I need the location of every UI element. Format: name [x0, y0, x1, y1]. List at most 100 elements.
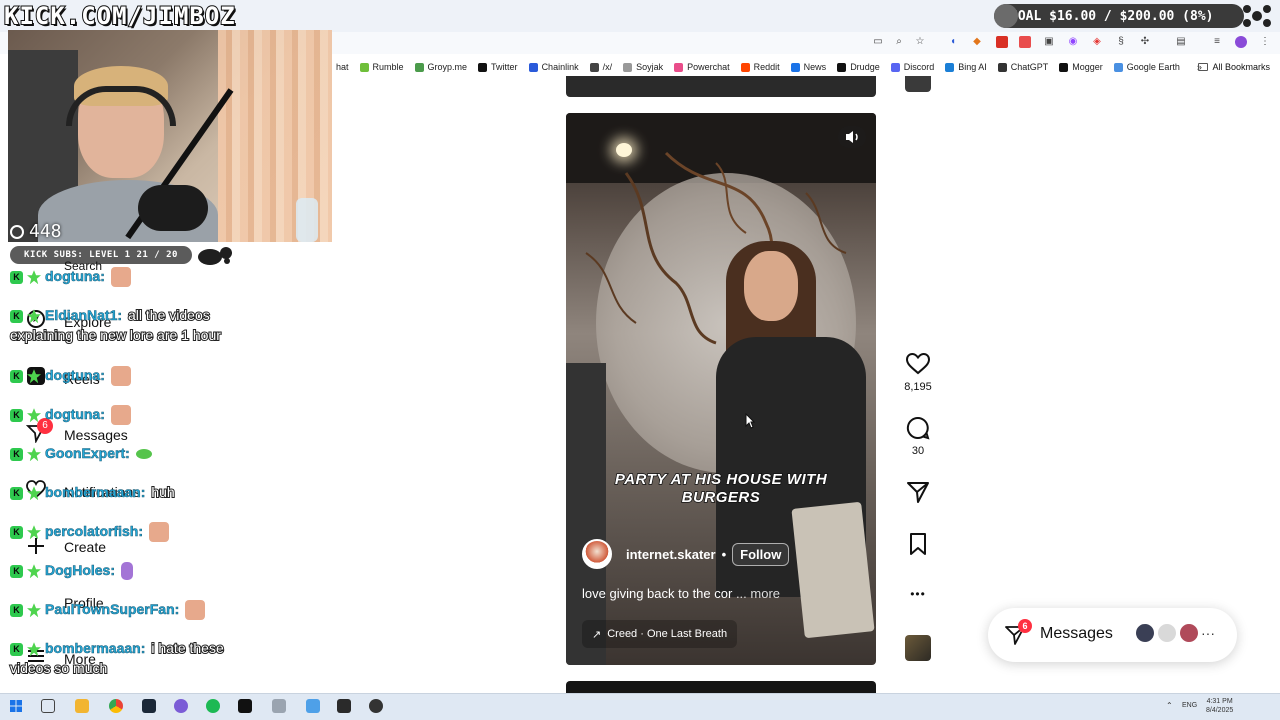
steam-icon[interactable] [142, 699, 156, 713]
sub-gift-icon [27, 486, 41, 501]
bookmark-favicon-icon [674, 62, 684, 72]
bookmark-powerchat[interactable]: Powerchat [674, 62, 730, 72]
chat-message: Kdogtuna: [10, 363, 131, 387]
author-separator: • [721, 546, 727, 562]
task-view-icon[interactable] [41, 699, 55, 713]
chat-text-wrap: videos so much [9, 659, 108, 677]
next-post[interactable] [566, 681, 876, 693]
kebab-menu-icon[interactable]: ⋮ [1259, 36, 1271, 48]
share-send-icon[interactable] [905, 479, 931, 505]
messages-pill-label: Messages [1040, 625, 1113, 642]
cast-icon[interactable]: ▭ [872, 36, 884, 48]
profile-avatar-icon[interactable] [1235, 36, 1247, 48]
bookmark-reddit[interactable]: Reddit [740, 62, 780, 72]
clock[interactable]: 4:31 PM 8/4/2025 [1206, 697, 1233, 715]
bookmark-discord[interactable]: Discord [890, 62, 934, 72]
message-avatar [1134, 622, 1156, 644]
folder-icon [1198, 63, 1209, 71]
spotify-icon[interactable] [206, 699, 220, 713]
previous-audio-thumb[interactable] [905, 76, 931, 92]
chat-username: dogtuna: [45, 367, 105, 384]
viewer-count: 448 [10, 221, 62, 242]
bookmark-groyp-me[interactable]: Groyp.me [414, 62, 467, 72]
author-username[interactable]: internet.skater [626, 547, 716, 562]
bookmark-bing-ai[interactable]: Bing AI [945, 62, 987, 72]
audio-thumbnail[interactable] [905, 635, 931, 661]
kick-badge-icon: K [10, 408, 23, 422]
extension-red2-icon[interactable] [1019, 36, 1031, 48]
terminal-icon[interactable] [238, 699, 252, 713]
chat-text-wrap: explaining the new lore are 1 hour [9, 326, 222, 344]
bookmark-x[interactable]: /x/ [589, 62, 613, 72]
all-bookmarks[interactable]: All Bookmarks [1198, 58, 1270, 76]
messages-overflow: ··· [1201, 625, 1215, 641]
goal-progress-dot [994, 4, 1018, 28]
audio-track[interactable]: ↗ Creed · One Last Breath [582, 620, 738, 648]
chat-username: dogtuna: [45, 268, 105, 285]
bookmark-favicon-icon [589, 62, 599, 72]
app-blue-icon[interactable] [306, 699, 320, 713]
sub-gift-icon [27, 309, 41, 324]
bookmark-soyjak[interactable]: Soyjak [623, 62, 663, 72]
sub-gift-icon [27, 369, 41, 384]
more-options-button[interactable]: ••• [898, 587, 938, 601]
like-heart-icon[interactable] [905, 351, 931, 377]
chat-message: Kpercolatorfish: [10, 519, 170, 543]
previous-post[interactable] [566, 76, 876, 97]
kick-badge-icon: K [10, 486, 23, 500]
extension-purple-icon[interactable]: ◉ [1067, 36, 1079, 48]
bookmark-chainlink[interactable]: Chainlink [528, 62, 579, 72]
description-more-link[interactable]: ... more [736, 586, 780, 601]
kick-badge-icon: K [10, 603, 23, 617]
chat-text: i hate these [150, 639, 224, 657]
author-avatar[interactable] [582, 539, 612, 569]
extension-box-icon[interactable]: ▣ [1043, 36, 1055, 48]
chat-emote-icon [110, 267, 131, 288]
bookmark-hat[interactable]: hat [336, 62, 349, 72]
language-indicator[interactable]: ENG [1182, 702, 1197, 709]
extension-red-icon[interactable] [996, 36, 1008, 48]
chat-message: K GoonExpert: [10, 441, 152, 465]
bookmark-chatgpt[interactable]: ChatGPT [997, 62, 1048, 72]
star-bookmark-icon[interactable]: ☆ [914, 36, 926, 48]
reel-video[interactable]: PARTY AT HIS HOUSE WITH BURGERS [566, 113, 876, 665]
chat-username: percolatorfish: [45, 523, 144, 540]
kick-badge-icon: K [10, 270, 23, 284]
extension-s-icon[interactable]: § [1115, 36, 1127, 48]
metamask-icon[interactable]: ◆ [971, 36, 983, 48]
puzzle-extensions-icon[interactable]: ✣ [1139, 36, 1151, 48]
chat-username: bombermaaan: [45, 484, 146, 501]
bookmark-google-earth[interactable]: Google Earth [1113, 62, 1180, 72]
extension-red3-icon[interactable]: ◈ [1091, 36, 1103, 48]
app-icon[interactable] [272, 699, 286, 713]
sidepanel-icon[interactable]: ▤ [1175, 36, 1187, 48]
sub-gift-icon [27, 447, 41, 462]
bookmark-news[interactable]: News [790, 62, 826, 72]
arrow-up-right-icon: ↗ [592, 628, 602, 641]
downloads-icon[interactable]: ≡ [1211, 36, 1223, 48]
bookmark-rumble[interactable]: Rumble [359, 62, 404, 72]
bookmark-drudge[interactable]: Drudge [837, 62, 880, 72]
bookmark-label: /x/ [602, 62, 613, 72]
comment-icon[interactable] [905, 415, 931, 441]
kick-badge-icon: K [10, 525, 23, 539]
sub-gift-icon [27, 642, 41, 657]
speaker-icon [846, 131, 858, 143]
bookmark-mogger[interactable]: Mogger [1059, 62, 1103, 72]
sub-gift-icon [27, 525, 41, 540]
kick-badge-icon: K [10, 309, 23, 323]
adobe-icon[interactable] [337, 699, 351, 713]
windows-start-icon[interactable] [9, 699, 23, 713]
viewer-count-value: 448 [29, 221, 62, 242]
app-dark-icon[interactable] [369, 699, 383, 713]
obs-icon[interactable] [174, 699, 188, 713]
zoom-icon[interactable]: ⌕ [893, 36, 905, 48]
extension-icon[interactable]: ◖ [947, 36, 959, 48]
follow-button[interactable]: Follow [732, 542, 790, 566]
file-explorer-icon[interactable] [75, 699, 89, 713]
save-bookmark-icon[interactable] [905, 531, 931, 557]
tray-chevron-icon[interactable]: ⌃ [1166, 701, 1173, 710]
chrome-icon[interactable] [109, 699, 123, 713]
volume-button[interactable] [838, 126, 866, 148]
bookmark-twitter[interactable]: Twitter [478, 62, 518, 72]
